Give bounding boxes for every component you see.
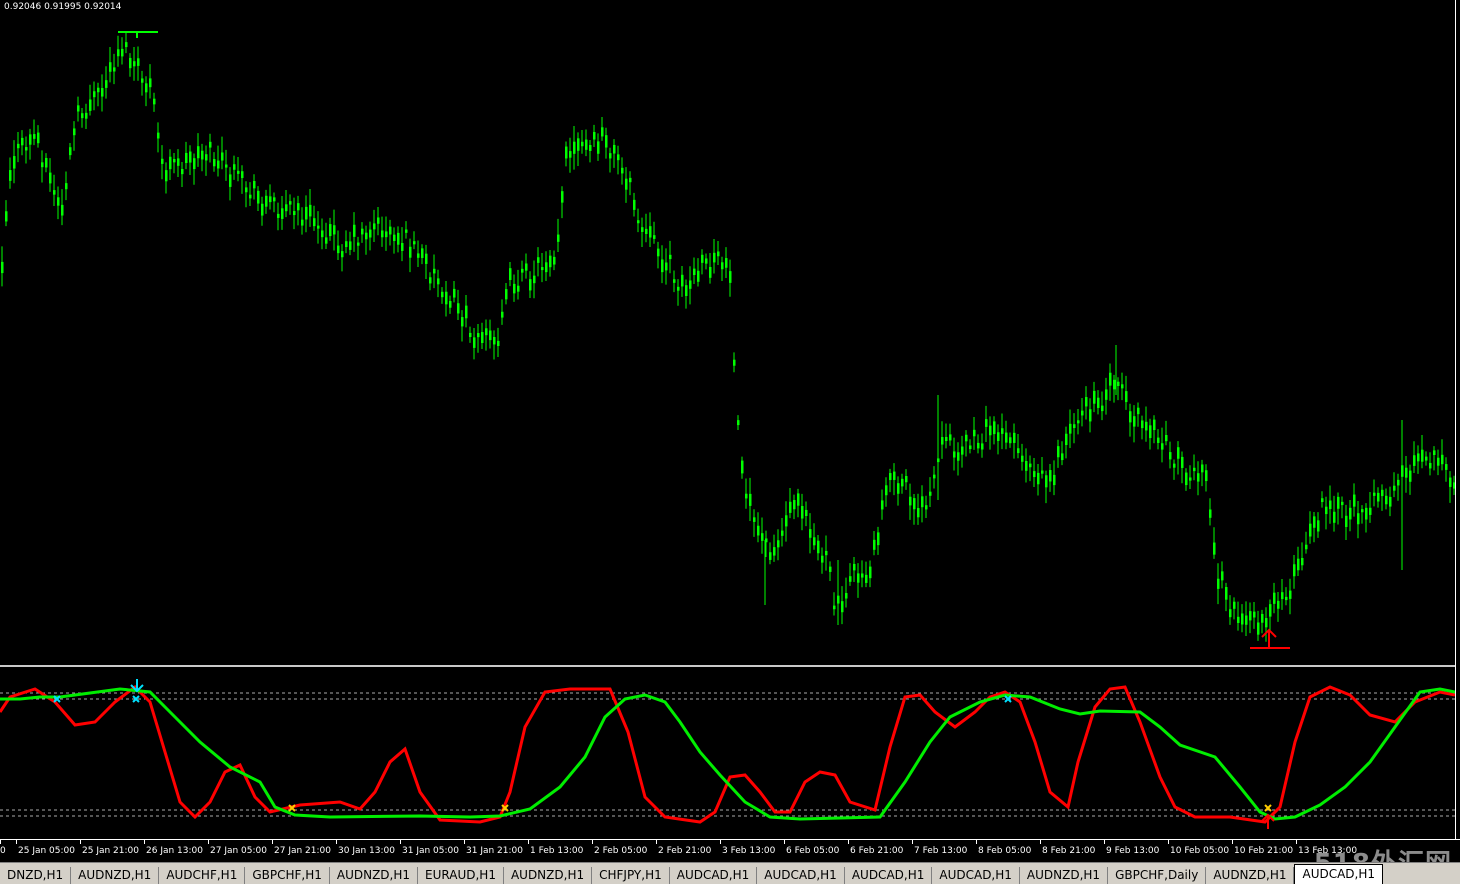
time-tick-mark <box>592 840 593 844</box>
time-tick-label: 2 Feb 21:00 <box>658 846 712 856</box>
time-tick-mark <box>144 840 145 844</box>
chart-tab[interactable]: AUDNZD,H1 <box>1020 867 1109 884</box>
time-tick-label: 27 Jan 05:00 <box>210 846 267 856</box>
chart-tab[interactable]: CHFJPY,H1 <box>592 867 670 884</box>
chart-tab[interactable]: AUDNZD,H1 <box>504 867 593 884</box>
oscillator-lines <box>0 679 1455 829</box>
time-tick-label: 3 Feb 13:00 <box>722 846 776 856</box>
chart-tab[interactable]: AUDCAD,H1 <box>670 867 758 884</box>
time-tick-label: 6 Feb 21:00 <box>850 846 904 856</box>
time-tick-mark <box>80 840 81 844</box>
chart-tab[interactable]: AUDNZD,H1 <box>330 867 419 884</box>
time-tick-mark <box>656 840 657 844</box>
time-tick-label: 8 Feb 21:00 <box>1042 846 1096 856</box>
time-tick-label: 7 Feb 13:00 <box>914 846 968 856</box>
time-tick-label: 31 Jan 05:00 <box>402 846 459 856</box>
time-tick-label: 25 Jan 05:00 <box>18 846 75 856</box>
time-tick-label: 25 Jan 21:00 <box>82 846 139 856</box>
time-tick-mark <box>1040 840 1041 844</box>
time-tick-mark <box>1104 840 1105 844</box>
time-tick-mark <box>272 840 273 844</box>
chart-tab[interactable]: AUDCAD,H1 <box>757 867 845 884</box>
time-tick-label: 1 Feb 13:00 <box>530 846 584 856</box>
time-axis: 0 25 Jan 05:00 25 Jan 21:00 26 Jan 13:00 27 … <box>0 839 1460 862</box>
slow-oscillator-line <box>0 687 1455 821</box>
candles <box>1 31 1455 642</box>
chart-tab[interactable]: AUDNZD,H1 <box>71 867 160 884</box>
time-tick-mark <box>336 840 337 844</box>
time-tick-label: 26 Jan 13:00 <box>146 846 203 856</box>
time-tick-label: 31 Jan 21:00 <box>466 846 523 856</box>
time-tick-mark <box>208 840 209 844</box>
time-tick-mark <box>400 840 401 844</box>
time-tick-mark <box>976 840 977 844</box>
time-tick-label: 9 Feb 13:00 <box>1106 846 1160 856</box>
time-tick-mark <box>1168 840 1169 844</box>
time-tick-label: 30 Jan 13:00 <box>338 846 395 856</box>
chart-tab[interactable]: AUDCHF,H1 <box>159 867 246 884</box>
oscillator-panel[interactable] <box>0 667 1455 839</box>
chart-tab[interactable]: AUDCAD,H1 <box>1294 864 1384 884</box>
chart-tab[interactable]: AUDCAD,H1 <box>845 867 933 884</box>
time-tick-label: 0 <box>0 846 6 856</box>
time-tick-mark <box>912 840 913 844</box>
time-tick-label: 8 Feb 05:00 <box>978 846 1032 856</box>
chart-tab[interactable]: GBPCHF,H1 <box>245 867 330 884</box>
time-tick-mark <box>528 840 529 844</box>
chart-tab[interactable]: AUDCAD,H1 <box>932 867 1020 884</box>
time-tick-mark <box>1296 840 1297 844</box>
time-tick-mark <box>464 840 465 844</box>
chart-tab[interactable]: DNZD,H1 <box>0 867 72 884</box>
time-tick-mark <box>720 840 721 844</box>
time-tick-mark <box>0 840 1 844</box>
price-axis[interactable] <box>1455 0 1460 845</box>
time-tick-mark <box>784 840 785 844</box>
price-chart[interactable]: 0.92046 0.91995 0.92014 <box>0 0 1455 665</box>
time-tick-label: 10 Feb 05:00 <box>1170 846 1230 856</box>
chart-tab[interactable]: EURAUD,H1 <box>418 867 504 884</box>
time-tick-mark <box>16 840 17 844</box>
time-tick-mark <box>848 840 849 844</box>
chart-tab-bar: DNZD,H1 AUDNZD,H1 AUDCHF,H1 GBPCHF,H1 AUDNZD… <box>0 862 1460 884</box>
time-tick-label: 10 Feb 21:00 <box>1234 846 1294 856</box>
time-tick-label: 2 Feb 05:00 <box>594 846 648 856</box>
time-tick-label: 6 Feb 05:00 <box>786 846 840 856</box>
chart-tab[interactable]: AUDNZD,H1 <box>1206 867 1295 884</box>
time-tick-label: 27 Jan 21:00 <box>274 846 331 856</box>
candlestick-series <box>1 31 1455 649</box>
chart-tab[interactable]: GBPCHF,Daily <box>1108 867 1207 884</box>
buy-arrow-icon <box>1250 628 1290 649</box>
time-tick-mark <box>1232 840 1233 844</box>
fast-oscillator-line <box>0 685 1455 824</box>
